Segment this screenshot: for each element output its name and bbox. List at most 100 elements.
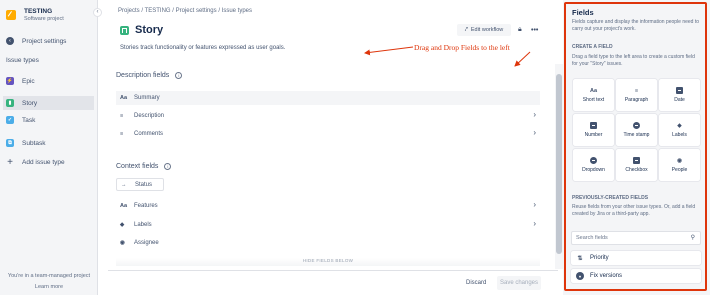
field-type-label: Labels	[672, 132, 687, 138]
labels-icon: ◆	[677, 122, 682, 129]
field-type-people[interactable]: ◉ People	[659, 149, 700, 181]
breadcrumb-testing[interactable]: TESTING	[145, 8, 171, 14]
chevron-right-icon[interactable]: ›	[533, 219, 536, 228]
field-type-paragraph[interactable]: ≡ Paragraph	[616, 79, 657, 111]
add-issue-type-button[interactable]: + Add issue type	[3, 155, 94, 169]
sidebar-item-task[interactable]: ✓ Task	[3, 113, 94, 127]
collapse-sidebar-button[interactable]: ‹	[93, 8, 102, 17]
tag-icon: ◆	[120, 222, 125, 228]
fields-panel-description: Fields capture and display the informati…	[572, 19, 700, 32]
search-icon: ⚲	[690, 235, 695, 241]
add-issue-type-label: Add issue type	[22, 158, 65, 166]
field-row-assignee[interactable]: ◉ Assignee	[116, 236, 540, 250]
edit-workflow-button[interactable]: ⤤ Edit workflow	[457, 24, 511, 36]
search-fields-input[interactable]: Search fields ⚲	[571, 231, 701, 245]
field-row-comments[interactable]: ≡ Comments ›	[116, 127, 540, 141]
field-row-labels[interactable]: ◆ Labels ›	[116, 218, 540, 232]
sidebar: TESTING Software project ‹ Project setti…	[0, 0, 98, 295]
discard-button[interactable]: Discard	[466, 280, 486, 286]
project-avatar-icon	[6, 10, 16, 20]
previous-field-fix-versions[interactable]: ▾ Fix versions	[571, 269, 701, 283]
field-row-features[interactable]: Aa Features ›	[116, 199, 540, 213]
scrollbar[interactable]	[555, 64, 563, 269]
paragraph-icon: ≡	[120, 131, 124, 137]
back-arrow-icon: ‹	[6, 37, 14, 45]
field-type-label: Dropdown	[582, 167, 605, 173]
chevron-right-icon[interactable]: ›	[533, 128, 536, 137]
subtask-icon: ⧉	[6, 139, 14, 147]
sidebar-item-story[interactable]: ▮ Story	[3, 96, 94, 110]
epic-icon: ⚡	[6, 77, 14, 85]
task-icon: ✓	[6, 116, 14, 124]
field-type-label: People	[671, 167, 688, 173]
annotation-text: Drag and Drop Fields to the left	[414, 43, 510, 52]
field-type-label: Paragraph	[624, 97, 649, 103]
sidebar-item-label: Project settings	[22, 37, 67, 45]
info-icon[interactable]: i	[175, 72, 183, 79]
project-header[interactable]: TESTING Software project	[6, 8, 64, 22]
person-icon: ◉	[120, 240, 125, 246]
workflow-icon: ⤤	[464, 26, 468, 33]
breadcrumb-project-settings[interactable]: Project settings	[176, 8, 217, 14]
paragraph-icon: ≡	[634, 87, 639, 94]
issue-type-description: Stories track functionality or features …	[120, 45, 286, 51]
field-type-number[interactable]: Number	[573, 114, 614, 146]
field-label: Comments	[134, 131, 164, 137]
previous-field-priority[interactable]: ⇅ Priority	[571, 251, 701, 265]
sidebar-item-project-settings[interactable]: ‹ Project settings	[3, 34, 94, 48]
save-changes-button[interactable]: Save changes	[497, 276, 541, 290]
field-label: Summary	[134, 95, 160, 101]
field-row-summary[interactable]: Aa Summary	[116, 91, 540, 105]
chevron-right-icon[interactable]: ›	[533, 200, 536, 209]
chevron-right-icon[interactable]: ›	[533, 110, 536, 119]
sidebar-item-subtask[interactable]: ⧉ Subtask	[3, 136, 94, 150]
field-type-label: Number	[584, 132, 603, 138]
edit-workflow-label: Edit workflow	[470, 27, 504, 33]
field-type-date[interactable]: Date	[659, 79, 700, 111]
context-fields-title: Context fields	[116, 163, 159, 170]
lock-icon[interactable]: 🔒︎	[518, 24, 522, 36]
date-icon	[676, 87, 683, 94]
breadcrumb-issue-types[interactable]: Issue types	[222, 8, 252, 14]
sidebar-item-epic[interactable]: ⚡ Epic	[3, 74, 94, 88]
paragraph-icon: ≡	[120, 113, 124, 119]
time-stamp-icon	[633, 122, 640, 129]
field-type-dropdown[interactable]: Dropdown	[573, 149, 614, 181]
story-icon: ▮	[6, 99, 14, 107]
field-type-short-text[interactable]: Aa Short text	[573, 79, 614, 111]
previously-created-description: Reuse fields from your other issue types…	[572, 204, 696, 217]
project-type: Software project	[24, 16, 64, 22]
info-icon[interactable]: i	[164, 163, 172, 170]
scrollbar-thumb[interactable]	[556, 74, 562, 254]
page-title-text: Story	[135, 24, 164, 36]
footer-divider	[108, 270, 558, 271]
field-type-checkbox[interactable]: Checkbox	[616, 149, 657, 181]
short-text-icon: Aa	[589, 87, 598, 94]
arrow-right-icon: →	[121, 181, 127, 188]
text-field-icon: Aa	[120, 203, 128, 209]
team-managed-note: You're in a team-managed project	[7, 273, 91, 279]
previously-created-heading: PREVIOUSLY-CREATED FIELDS	[572, 195, 649, 201]
sidebar-item-label: Task	[22, 116, 36, 124]
fields-panel-title: Fields	[572, 8, 594, 17]
sidebar-item-label: Story	[22, 99, 38, 107]
status-field[interactable]: → Status	[116, 178, 164, 191]
field-type-time-stamp[interactable]: Time stamp	[616, 114, 657, 146]
more-options-icon[interactable]: •••	[531, 24, 538, 36]
field-row-description[interactable]: ≡ Description ›	[116, 109, 540, 123]
breadcrumb: Projects / TESTING / Project settings / …	[118, 8, 253, 14]
hide-fields-below-divider[interactable]: HIDE FIELDS BELOW	[116, 258, 540, 266]
breadcrumb-projects[interactable]: Projects	[118, 8, 140, 14]
learn-more-link[interactable]: Learn more	[0, 284, 98, 290]
sidebar-item-label: Epic	[22, 77, 35, 85]
search-placeholder: Search fields	[576, 235, 608, 241]
issue-types-heading: Issue types	[6, 57, 39, 64]
story-icon	[120, 25, 129, 35]
description-fields-heading: Description fields i	[116, 72, 183, 79]
project-name: TESTING	[24, 8, 53, 15]
status-label: Status	[135, 181, 153, 188]
field-label: Assignee	[134, 240, 159, 246]
field-type-labels[interactable]: ◆ Labels	[659, 114, 700, 146]
priority-icon: ⇅	[577, 255, 583, 262]
previous-field-label: Priority	[590, 255, 609, 261]
